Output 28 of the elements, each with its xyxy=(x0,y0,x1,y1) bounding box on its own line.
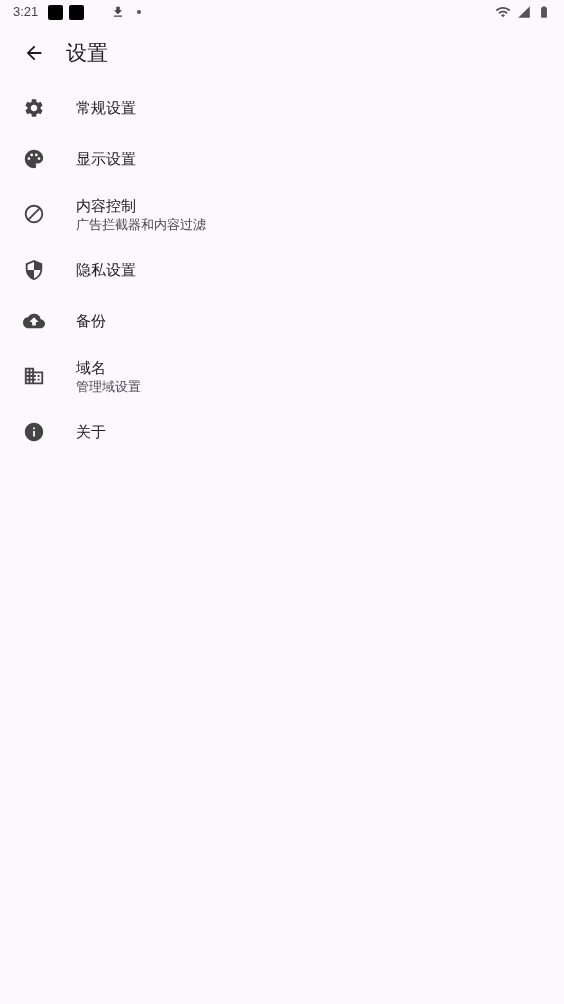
block-icon xyxy=(23,203,45,225)
settings-item[interactable]: 常规设置 xyxy=(0,82,564,133)
settings-item[interactable]: 内容控制 广告拦截器和内容过滤 xyxy=(0,184,564,244)
item-title: 隐私设置 xyxy=(76,259,136,280)
wifi-icon xyxy=(495,4,511,20)
notification-icon xyxy=(48,4,64,20)
page-title: 设置 xyxy=(66,40,108,67)
settings-item[interactable]: 关于 xyxy=(0,406,564,457)
palette-icon xyxy=(23,147,45,170)
item-subtitle: 管理域设置 xyxy=(76,377,141,395)
settings-item[interactable]: 备份 xyxy=(0,295,564,346)
settings-item[interactable]: 隐私设置 xyxy=(0,244,564,295)
settings-item[interactable]: 显示设置 xyxy=(0,133,564,184)
item-title: 常规设置 xyxy=(76,97,136,118)
shield-icon xyxy=(23,258,45,281)
item-subtitle: 广告拦截器和内容过滤 xyxy=(76,215,206,233)
item-title: 显示设置 xyxy=(76,148,136,169)
item-title: 内容控制 xyxy=(76,195,137,216)
settings-item[interactable]: 域名 管理域设置 xyxy=(0,346,564,406)
item-title: 备份 xyxy=(76,310,106,331)
status-time: 3:21 xyxy=(13,3,39,22)
info-icon xyxy=(23,420,45,443)
gear-icon xyxy=(23,96,45,119)
signal-icon xyxy=(517,5,531,19)
item-title: 关于 xyxy=(76,421,106,442)
notification-icon xyxy=(69,4,85,20)
item-title: 域名 xyxy=(76,357,107,378)
building-icon xyxy=(23,365,45,387)
